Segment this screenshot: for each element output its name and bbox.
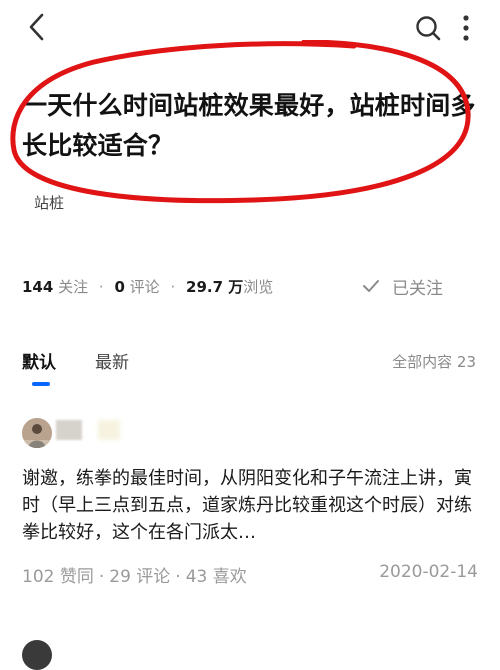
followers-label: 关注: [58, 278, 89, 296]
answer-meta: 102 赞同 · 29 评论 · 43 喜欢: [22, 562, 247, 587]
answer-excerpt[interactable]: 谢邀，练拳的最佳时间，从阴阳变化和子午流注上讲，寅时（早上三点到五点，道家炼丹比…: [22, 465, 482, 546]
views-count: 29.7 万: [186, 278, 244, 296]
comments-count: 0: [114, 278, 125, 296]
search-button[interactable]: [414, 14, 442, 42]
separator-dot: ·: [170, 278, 176, 296]
active-tab-indicator: [32, 382, 50, 386]
avatar[interactable]: [22, 418, 52, 448]
question-title: 一天什么时间站桩效果最好，站桩时间多长比较适合？: [22, 91, 476, 160]
answer-date: 2020-02-14: [379, 562, 478, 582]
more-vertical-icon: [463, 15, 469, 41]
avatar-image: [22, 418, 52, 448]
comment-count: 29 评论: [109, 567, 171, 587]
comments-label: 评论: [129, 278, 160, 296]
topic-tag[interactable]: 站桩: [34, 192, 64, 213]
author-name-blurred: [56, 420, 82, 440]
views-label: 浏览: [243, 278, 274, 296]
separator-dot: ·: [98, 278, 104, 296]
upvote-count: 102 赞同: [22, 567, 94, 587]
tab-latest[interactable]: 最新: [95, 348, 129, 373]
author-badge-blurred: [98, 420, 120, 440]
total-answers-count[interactable]: 全部内容 23: [392, 351, 476, 372]
check-icon: [363, 280, 379, 292]
separator-dot: ·: [175, 567, 181, 587]
avatar[interactable]: [22, 640, 52, 670]
tab-default[interactable]: 默认: [22, 348, 56, 373]
question-stats: 144 关注 · 0 评论 · 29.7 万浏览: [22, 276, 273, 297]
more-button[interactable]: [456, 12, 476, 44]
follow-button[interactable]: 已关注: [362, 272, 443, 300]
back-arrow-icon: [29, 13, 44, 41]
search-icon: [416, 16, 441, 41]
separator-dot: ·: [98, 567, 105, 587]
followers-count: 144: [22, 278, 54, 296]
back-button[interactable]: [22, 10, 56, 44]
follow-status-label: 已关注: [392, 278, 443, 299]
like-count: 43 喜欢: [185, 567, 247, 587]
